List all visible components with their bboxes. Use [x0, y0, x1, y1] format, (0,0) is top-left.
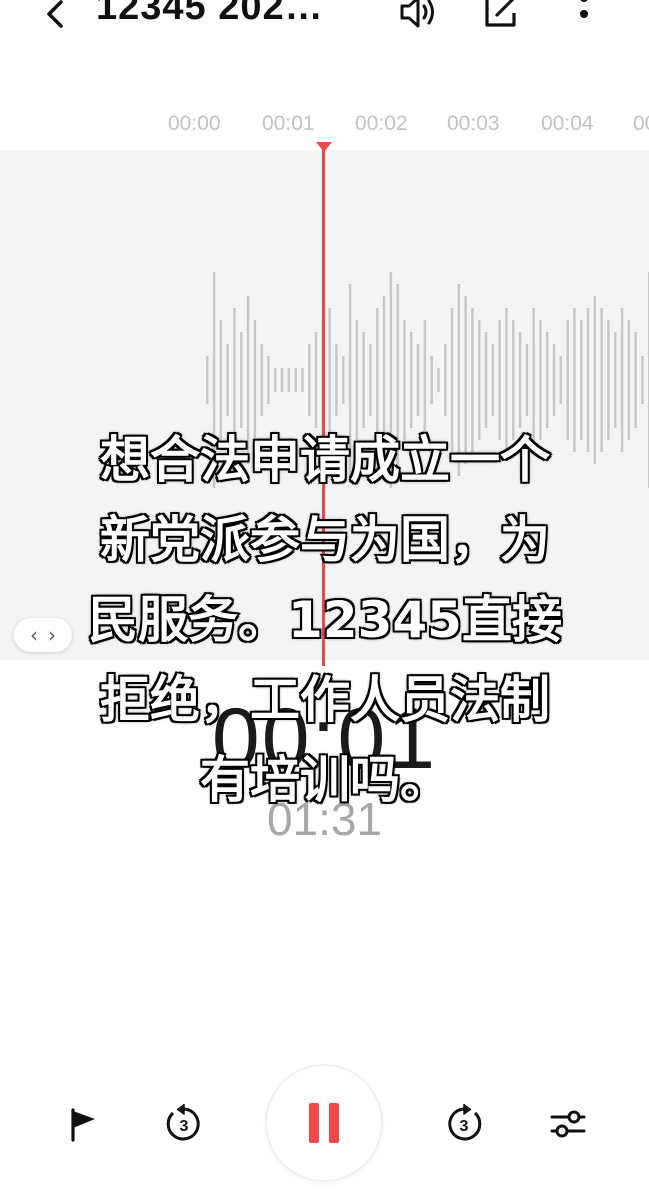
speaker-button[interactable]	[396, 0, 440, 34]
waveform-bar	[308, 344, 311, 416]
waveform-bar	[627, 320, 631, 440]
waveform-bar	[267, 356, 270, 404]
waveform-bar	[260, 344, 263, 416]
edit-button[interactable]	[478, 0, 522, 34]
waveform-bar	[314, 332, 318, 428]
waveform-bar	[634, 332, 637, 428]
forward-3-button[interactable]: 3	[438, 1098, 490, 1150]
pause-button[interactable]	[267, 1066, 381, 1180]
waveform-bar	[226, 344, 229, 416]
back-button[interactable]	[36, 0, 76, 34]
waveform-bar	[369, 344, 372, 416]
waveform-bar	[294, 368, 297, 392]
pause-icon	[329, 1103, 339, 1143]
waveform-bar	[525, 344, 529, 416]
flag-button[interactable]	[58, 1098, 110, 1150]
waveform-bar	[410, 332, 413, 428]
waveform-bar	[491, 344, 495, 416]
waveform-bar	[546, 332, 549, 428]
edit-icon	[485, 0, 516, 27]
waveform-bar	[437, 368, 440, 392]
waveform-bar	[301, 368, 304, 392]
subtitle-line: 有培训吗。	[199, 750, 452, 811]
flag-icon	[71, 1108, 95, 1142]
forward-3-icon: 3	[448, 1104, 482, 1141]
waveform-bar	[362, 332, 365, 428]
subtitle-line: 民服务。12345直接	[87, 590, 564, 651]
waveform-bar	[518, 332, 522, 428]
subtitle-line: 新党派参与为国，为	[99, 510, 552, 571]
waveform-bar	[335, 344, 338, 416]
waveform-bar	[430, 356, 433, 404]
waveform-bar	[240, 332, 243, 428]
chevron-left-icon[interactable]: ‹	[30, 623, 38, 647]
tick-label: 00:02	[355, 112, 408, 135]
waveform-bar	[416, 344, 420, 416]
rewind-3-button[interactable]: 3	[158, 1098, 210, 1150]
waveform-bar	[280, 368, 284, 392]
rewind-3-icon: 3	[166, 1104, 200, 1141]
subtitle-line: 想合法申请成立一个	[99, 430, 552, 491]
waveform-bar	[206, 356, 209, 404]
speaker-icon	[400, 0, 434, 28]
top-bar: 12345 202…	[0, 0, 649, 40]
waveform-bar	[641, 356, 644, 404]
more-button[interactable]	[562, 0, 606, 34]
subtitle-line: 拒绝，工作人员法制	[99, 670, 552, 731]
waveform-bar	[552, 344, 556, 416]
waveform-bar	[444, 344, 447, 416]
waveform-bar	[620, 308, 624, 452]
waveform-bar	[614, 332, 617, 428]
tick-label: 00	[633, 112, 649, 135]
svg-text:3: 3	[460, 1118, 469, 1135]
waveform-bar	[484, 332, 488, 428]
chevron-left-icon	[47, 0, 63, 28]
waveform-bar	[287, 368, 291, 392]
svg-text:3: 3	[180, 1118, 189, 1135]
tick-label: 00:01	[262, 112, 315, 135]
more-vertical-icon	[580, 0, 588, 18]
recording-title: 12345 202…	[96, 0, 324, 28]
tick-label: 00:00	[168, 112, 221, 135]
subtitle-caption: 想合法申请成立一个 新党派参与为国，为 民服务。12345直接 拒绝，工作人员法…	[40, 420, 610, 820]
sliders-icon	[550, 1110, 586, 1138]
pause-icon	[309, 1103, 319, 1143]
settings-button[interactable]	[542, 1098, 594, 1150]
tick-label: 00:03	[447, 112, 500, 135]
waveform-bar	[342, 356, 345, 404]
tick-label: 00:04	[541, 112, 594, 135]
waveform-bar	[559, 356, 563, 404]
waveform-bar	[274, 368, 277, 392]
